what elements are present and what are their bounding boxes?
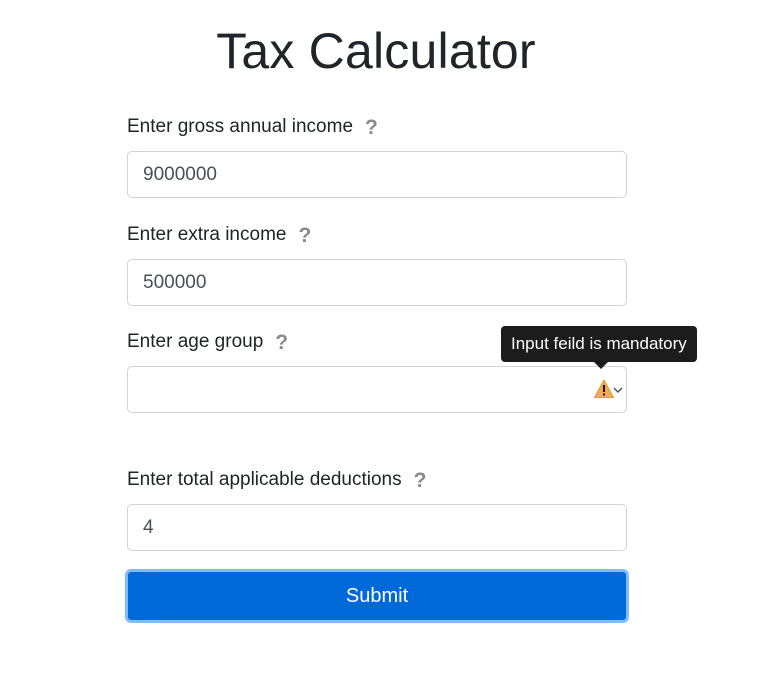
age-group-label-row: Enter age group ? — [127, 331, 288, 353]
gross-income-value: 9000000 — [143, 163, 217, 185]
submit-button[interactable]: Submit — [125, 569, 629, 623]
gross-income-label: Enter gross annual income — [127, 116, 354, 137]
age-group-label: Enter age group — [127, 331, 264, 352]
question-mark-icon[interactable]: ? — [275, 332, 288, 353]
extra-income-value: 500000 — [143, 271, 207, 293]
deductions-label: Enter total applicable deductions — [127, 469, 402, 490]
gross-income-input[interactable]: 9000000 — [127, 151, 627, 198]
question-mark-icon[interactable]: ? — [365, 117, 378, 138]
deductions-value: 4 — [143, 516, 154, 538]
warning-triangle-icon — [594, 379, 614, 398]
question-mark-icon[interactable]: ? — [414, 470, 427, 491]
validation-tooltip: Input feild is mandatory — [501, 326, 697, 362]
chevron-down-icon — [613, 387, 623, 393]
extra-income-label: Enter extra income — [127, 224, 287, 245]
gross-income-label-row: Enter gross annual income ? — [127, 116, 378, 138]
extra-income-label-row: Enter extra income ? — [127, 224, 311, 246]
deductions-label-row: Enter total applicable deductions ? — [127, 469, 426, 491]
age-group-select[interactable] — [127, 366, 627, 413]
extra-income-input[interactable]: 500000 — [127, 259, 627, 306]
tooltip-text: Input feild is mandatory — [511, 334, 687, 353]
tax-calculator-page: Tax Calculator Enter gross annual income… — [0, 0, 780, 695]
deductions-input[interactable]: 4 — [127, 504, 627, 551]
question-mark-icon[interactable]: ? — [298, 225, 311, 246]
tooltip-arrow — [594, 362, 608, 369]
page-title: Tax Calculator — [216, 23, 536, 79]
